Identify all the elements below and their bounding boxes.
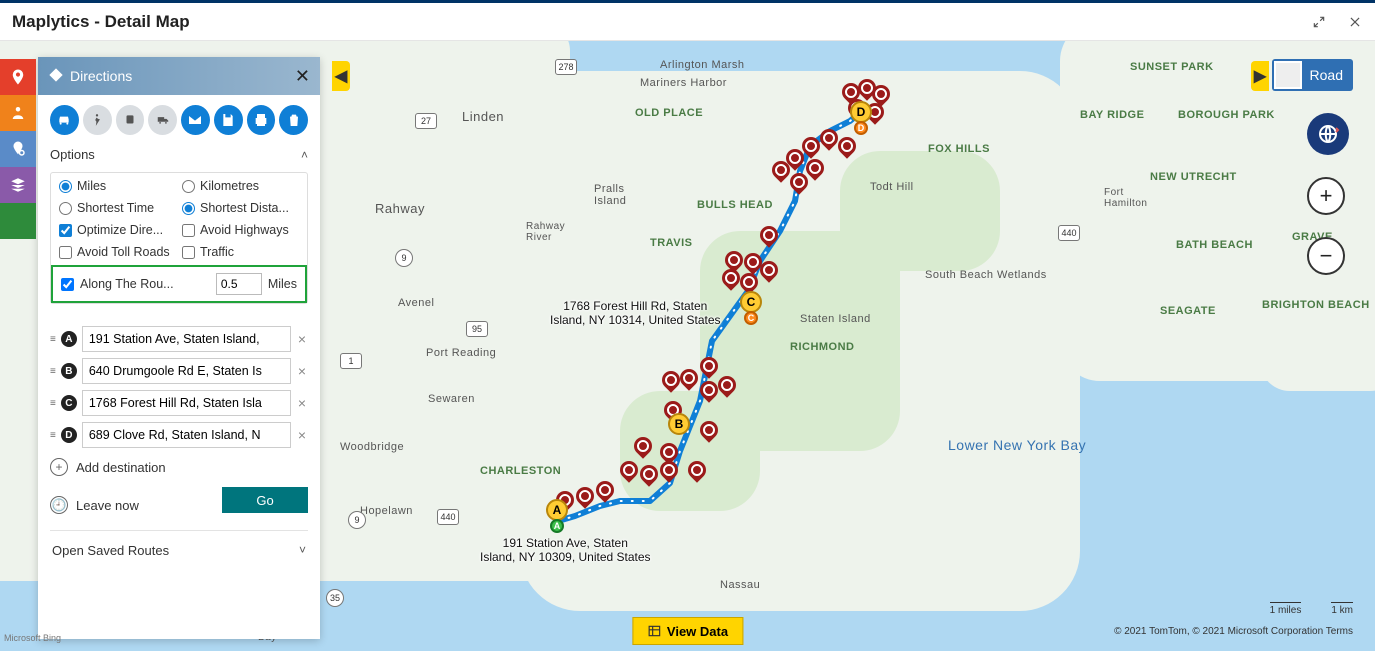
view-data-button[interactable]: View Data (632, 617, 743, 645)
action-save-icon[interactable] (214, 105, 243, 135)
map-workspace: Arlington Marsh Mariners Harbor OLD PLAC… (0, 41, 1375, 651)
directions-panel: Directions ✕ Options ˄ Miles (38, 57, 320, 639)
collapse-panel-right[interactable]: ▶ (1251, 61, 1269, 91)
remove-waypoint-icon[interactable]: × (296, 363, 308, 379)
waypoint-badge: C (61, 395, 77, 411)
remove-waypoint-icon[interactable]: × (296, 331, 308, 347)
waypoint-marker-a-label[interactable]: A (546, 499, 568, 521)
along-route-label: Along The Rou... (80, 277, 210, 291)
map-scale: 1 miles 1 km (1270, 602, 1353, 616)
plus-icon: + (50, 458, 68, 476)
drag-handle-icon[interactable]: ≡ (50, 398, 56, 409)
panel-close-icon[interactable]: ✕ (295, 66, 310, 87)
avoid-highways-checkbox[interactable]: Avoid Highways (182, 223, 299, 237)
options-box: Miles Kilometres Shortest Time Shortest … (50, 172, 308, 304)
criteria-distance-radio[interactable]: Shortest Dista... (182, 201, 299, 215)
along-route-unit: Miles (268, 277, 297, 291)
mode-transit-icon[interactable] (116, 105, 145, 135)
action-delete-icon[interactable] (279, 105, 308, 135)
left-tool-rail (0, 59, 36, 239)
panel-title: Directions (70, 68, 132, 84)
table-icon (647, 624, 661, 638)
remove-waypoint-icon[interactable]: × (296, 427, 308, 443)
maptype-label: Road (1310, 67, 1343, 83)
map-attribution: © 2021 TomTom, © 2021 Microsoft Corporat… (1114, 626, 1353, 637)
waypoint-badge: D (61, 427, 77, 443)
waypoint-row: ≡ D × (50, 422, 308, 448)
waypoint-badge: A (61, 331, 77, 347)
rail-locate-icon[interactable] (0, 59, 36, 95)
callout-c: 1768 Forest Hill Rd, Staten Island, NY 1… (550, 299, 721, 327)
close-icon[interactable] (1347, 14, 1363, 30)
expand-icon[interactable] (1311, 14, 1327, 30)
along-route-distance-input[interactable] (216, 273, 262, 295)
travel-mode-row (50, 105, 308, 135)
add-destination-button[interactable]: + Add destination (50, 458, 308, 476)
waypoint-marker-a[interactable]: A (550, 519, 564, 533)
mode-walk-icon[interactable] (83, 105, 112, 135)
unit-km-radio[interactable]: Kilometres (182, 179, 299, 193)
waypoint-row: ≡ A × (50, 326, 308, 352)
along-route-checkbox[interactable] (61, 278, 74, 291)
criteria-time-radio[interactable]: Shortest Time (59, 201, 176, 215)
open-saved-routes[interactable]: Open Saved Routes ˅ (50, 530, 308, 558)
waypoint-badge: B (61, 363, 77, 379)
waypoint-marker-c[interactable]: C (744, 311, 758, 325)
rail-search-map-icon[interactable] (0, 131, 36, 167)
waypoint-row: ≡ C × (50, 390, 308, 416)
chevron-up-icon: ˄ (301, 148, 308, 162)
drag-handle-icon[interactable]: ≡ (50, 366, 56, 377)
waypoint-marker-c-label[interactable]: C (740, 291, 762, 313)
waypoint-marker-d[interactable]: D (854, 121, 868, 135)
unit-miles-radio[interactable]: Miles (59, 179, 176, 193)
avoid-tolls-checkbox[interactable]: Avoid Toll Roads (59, 245, 176, 259)
maptype-thumb-icon (1274, 61, 1302, 89)
chevron-down-icon: ˅ (299, 543, 306, 558)
action-email-icon[interactable] (181, 105, 210, 135)
clock-icon: 🕘 (50, 496, 68, 514)
waypoint-input-b[interactable] (82, 358, 291, 384)
drag-handle-icon[interactable]: ≡ (50, 430, 56, 441)
reset-globe-icon[interactable] (1307, 113, 1349, 155)
waypoint-input-d[interactable] (82, 422, 291, 448)
mode-car-icon[interactable] (50, 105, 79, 135)
rail-layers-icon[interactable] (0, 167, 36, 203)
along-route-row: Along The Rou... Miles (51, 265, 307, 303)
drag-handle-icon[interactable]: ≡ (50, 334, 56, 345)
optimize-checkbox[interactable]: Optimize Dire... (59, 223, 176, 237)
waypoint-marker-d-label[interactable]: D (850, 101, 872, 123)
rail-download-icon[interactable] (0, 203, 36, 239)
waypoint-input-a[interactable] (82, 326, 291, 352)
collapse-panel-left[interactable]: ◀ (332, 61, 350, 91)
rail-people-icon[interactable] (0, 95, 36, 131)
waypoint-marker-b[interactable]: B (668, 413, 690, 435)
directions-icon (48, 67, 64, 86)
waypoint-input-c[interactable] (82, 390, 291, 416)
page-title: Maplytics - Detail Map (12, 12, 190, 32)
titlebar: Maplytics - Detail Map (0, 3, 1375, 41)
waypoint-row: ≡ B × (50, 358, 308, 384)
traffic-checkbox[interactable]: Traffic (182, 245, 299, 259)
leave-now-button[interactable]: 🕘 Leave now (50, 496, 139, 514)
mode-truck-icon[interactable] (148, 105, 177, 135)
options-header[interactable]: Options ˄ (50, 147, 308, 162)
zoom-in-button[interactable]: + (1307, 177, 1345, 215)
callout-a: 191 Station Ave, Staten Island, NY 10309… (480, 536, 651, 564)
waypoints-list: ≡ A × ≡ B × ≡ C × ≡ (50, 326, 308, 514)
action-print-icon[interactable] (247, 105, 276, 135)
bing-logo: Microsoft Bing (4, 634, 61, 643)
remove-waypoint-icon[interactable]: × (296, 395, 308, 411)
zoom-out-button[interactable]: − (1307, 237, 1345, 275)
go-button[interactable]: Go (222, 487, 308, 513)
maptype-switch[interactable]: Road (1272, 59, 1353, 91)
